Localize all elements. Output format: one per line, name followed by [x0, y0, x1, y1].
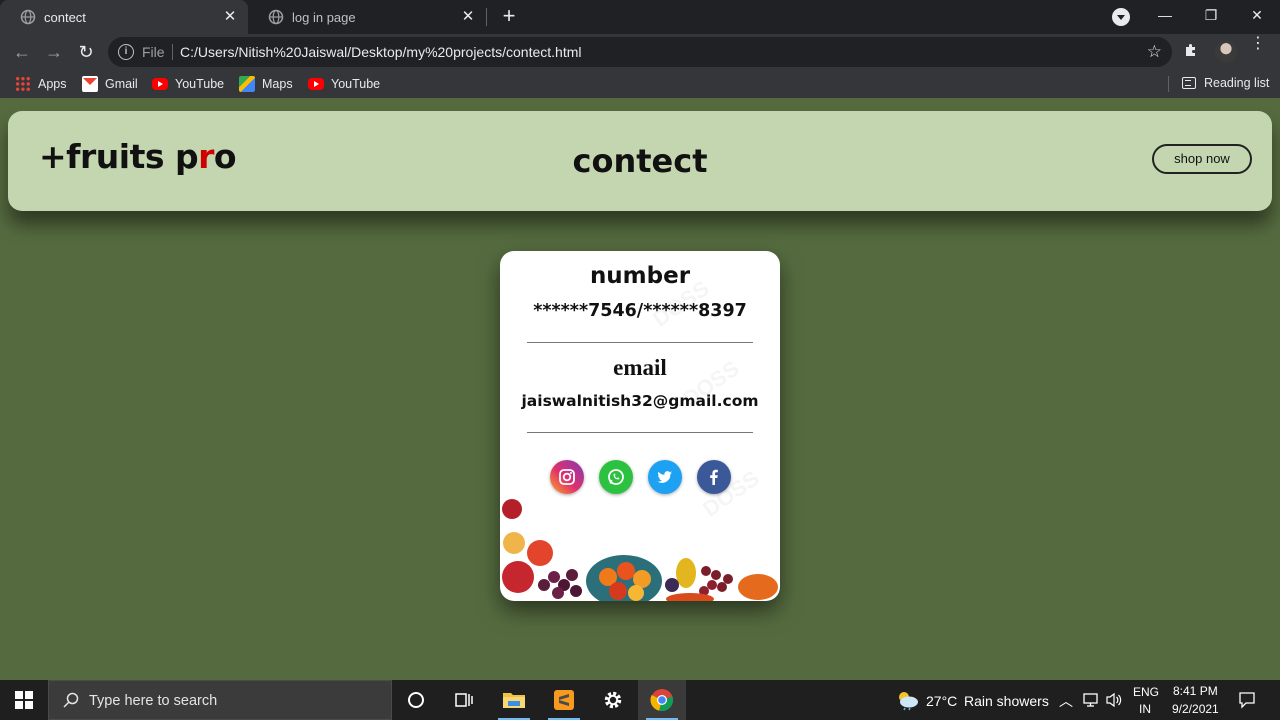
globe-icon: [20, 9, 36, 25]
chevron-up-icon[interactable]: ︿: [1059, 691, 1073, 711]
gmail-icon: [82, 76, 98, 92]
taskbar-search[interactable]: Type here to search: [48, 680, 392, 720]
cortana-icon: [408, 692, 424, 708]
bookmark-label: Gmail: [105, 77, 138, 91]
forward-button[interactable]: →: [42, 40, 66, 64]
apps-icon: [15, 76, 31, 92]
tab-title: contect: [44, 9, 86, 25]
bookmark-label: YouTube: [175, 77, 225, 91]
bookmark-maps[interactable]: Maps: [239, 76, 293, 92]
clock-date[interactable]: 9/2/2021: [1172, 702, 1219, 716]
bookmarks-bar: Apps Gmail YouTube Maps YouTube Reading …: [0, 70, 1280, 98]
language-top[interactable]: ENG: [1133, 685, 1159, 699]
taskbar: Type here to search 27°C Rain showers ︿ …: [0, 680, 1280, 720]
gear-icon: [604, 691, 622, 709]
divider: [527, 432, 753, 433]
task-view-icon: [455, 693, 473, 707]
menu-icon[interactable]: ⋮: [1250, 36, 1266, 52]
maps-icon: [239, 76, 255, 92]
reading-list-label: Reading list: [1204, 76, 1270, 90]
site-header: +fruits pro contect shop now: [8, 111, 1272, 211]
back-button[interactable]: ←: [10, 40, 34, 64]
clock-time[interactable]: 8:41 PM: [1173, 684, 1218, 698]
bookmark-gmail[interactable]: Gmail: [82, 76, 138, 92]
phone-number: ******7546/******8397: [533, 301, 747, 321]
globe-icon: [268, 9, 284, 25]
bookmark-star-icon[interactable]: ☆: [1147, 42, 1162, 62]
omnibox-divider: [172, 44, 173, 60]
address-bar[interactable]: i File C:/Users/Nitish%20Jaiswal/Desktop…: [108, 37, 1172, 67]
new-tab-button[interactable]: +: [498, 5, 520, 27]
reload-button[interactable]: ↻: [74, 40, 98, 64]
page-title: contect: [572, 142, 708, 180]
tab-contect[interactable]: contect ✕: [0, 0, 248, 34]
shop-now-button[interactable]: shop now: [1152, 144, 1252, 174]
file-explorer-button[interactable]: [490, 680, 538, 720]
minimize-button[interactable]: —: [1142, 0, 1188, 30]
tab-search-icon[interactable]: [1112, 8, 1130, 26]
bookmark-youtube[interactable]: YouTube: [152, 76, 224, 92]
fruits-image: [502, 499, 778, 601]
tab-divider: [486, 8, 487, 26]
folder-icon: [503, 693, 525, 708]
url-text[interactable]: C:/Users/Nitish%20Jaiswal/Desktop/my%20p…: [180, 44, 581, 60]
bookmark-youtube-2[interactable]: YouTube: [308, 76, 380, 92]
email-heading: email: [613, 355, 667, 380]
settings-button[interactable]: [589, 680, 637, 720]
tab-title: log in page: [292, 9, 356, 25]
chrome-button[interactable]: [638, 680, 686, 720]
weather-icon: [899, 692, 918, 711]
cortana-button[interactable]: [392, 680, 440, 720]
restore-button[interactable]: ❐: [1188, 0, 1234, 30]
bookmark-label: Maps: [262, 77, 293, 91]
info-icon[interactable]: i: [118, 44, 134, 60]
start-button[interactable]: [0, 680, 48, 720]
browser-toolbar: ← → ↻ i File C:/Users/Nitish%20Jaiswal/D…: [0, 34, 1280, 70]
notification-icon[interactable]: [1238, 691, 1256, 709]
close-icon[interactable]: ✕: [222, 9, 238, 25]
weather-temp[interactable]: 27°C: [926, 693, 957, 709]
email-address[interactable]: jaiswalnitish32@gmail.com: [500, 392, 780, 410]
contact-card: DOSS DOSS DOSS number ******7546/******8…: [500, 251, 780, 601]
reading-list-icon: [1182, 77, 1196, 89]
task-view-button[interactable]: [440, 680, 488, 720]
bookmark-label: Apps: [38, 77, 67, 91]
windows-icon: [15, 691, 33, 709]
chrome-icon: [650, 689, 674, 712]
youtube-icon: [308, 78, 324, 90]
language-bottom[interactable]: IN: [1139, 702, 1151, 716]
scheme-label: File: [142, 44, 165, 60]
profile-avatar[interactable]: [1215, 41, 1237, 63]
sublime-text-button[interactable]: [540, 680, 588, 720]
bookmark-apps[interactable]: Apps: [15, 76, 67, 92]
tab-log-in-page[interactable]: log in page ✕: [248, 0, 486, 34]
divider: [527, 342, 753, 343]
close-icon[interactable]: ✕: [460, 9, 476, 25]
tab-strip: contect ✕ log in page ✕ + — ❐ ✕: [0, 0, 1280, 34]
youtube-icon: [152, 78, 168, 90]
search-icon: [63, 692, 79, 708]
number-heading: number: [589, 263, 691, 289]
network-icon[interactable]: [1082, 692, 1100, 708]
bookmarks-divider: [1168, 76, 1169, 92]
sublime-icon: [554, 690, 574, 710]
window-close-button[interactable]: ✕: [1234, 0, 1280, 30]
extensions-icon[interactable]: [1183, 42, 1199, 63]
weather-text[interactable]: Rain showers: [964, 693, 1049, 709]
volume-icon[interactable]: [1105, 692, 1123, 708]
bookmark-label: YouTube: [331, 77, 381, 91]
reading-list-button[interactable]: Reading list: [1182, 76, 1269, 90]
search-placeholder: Type here to search: [89, 693, 218, 709]
